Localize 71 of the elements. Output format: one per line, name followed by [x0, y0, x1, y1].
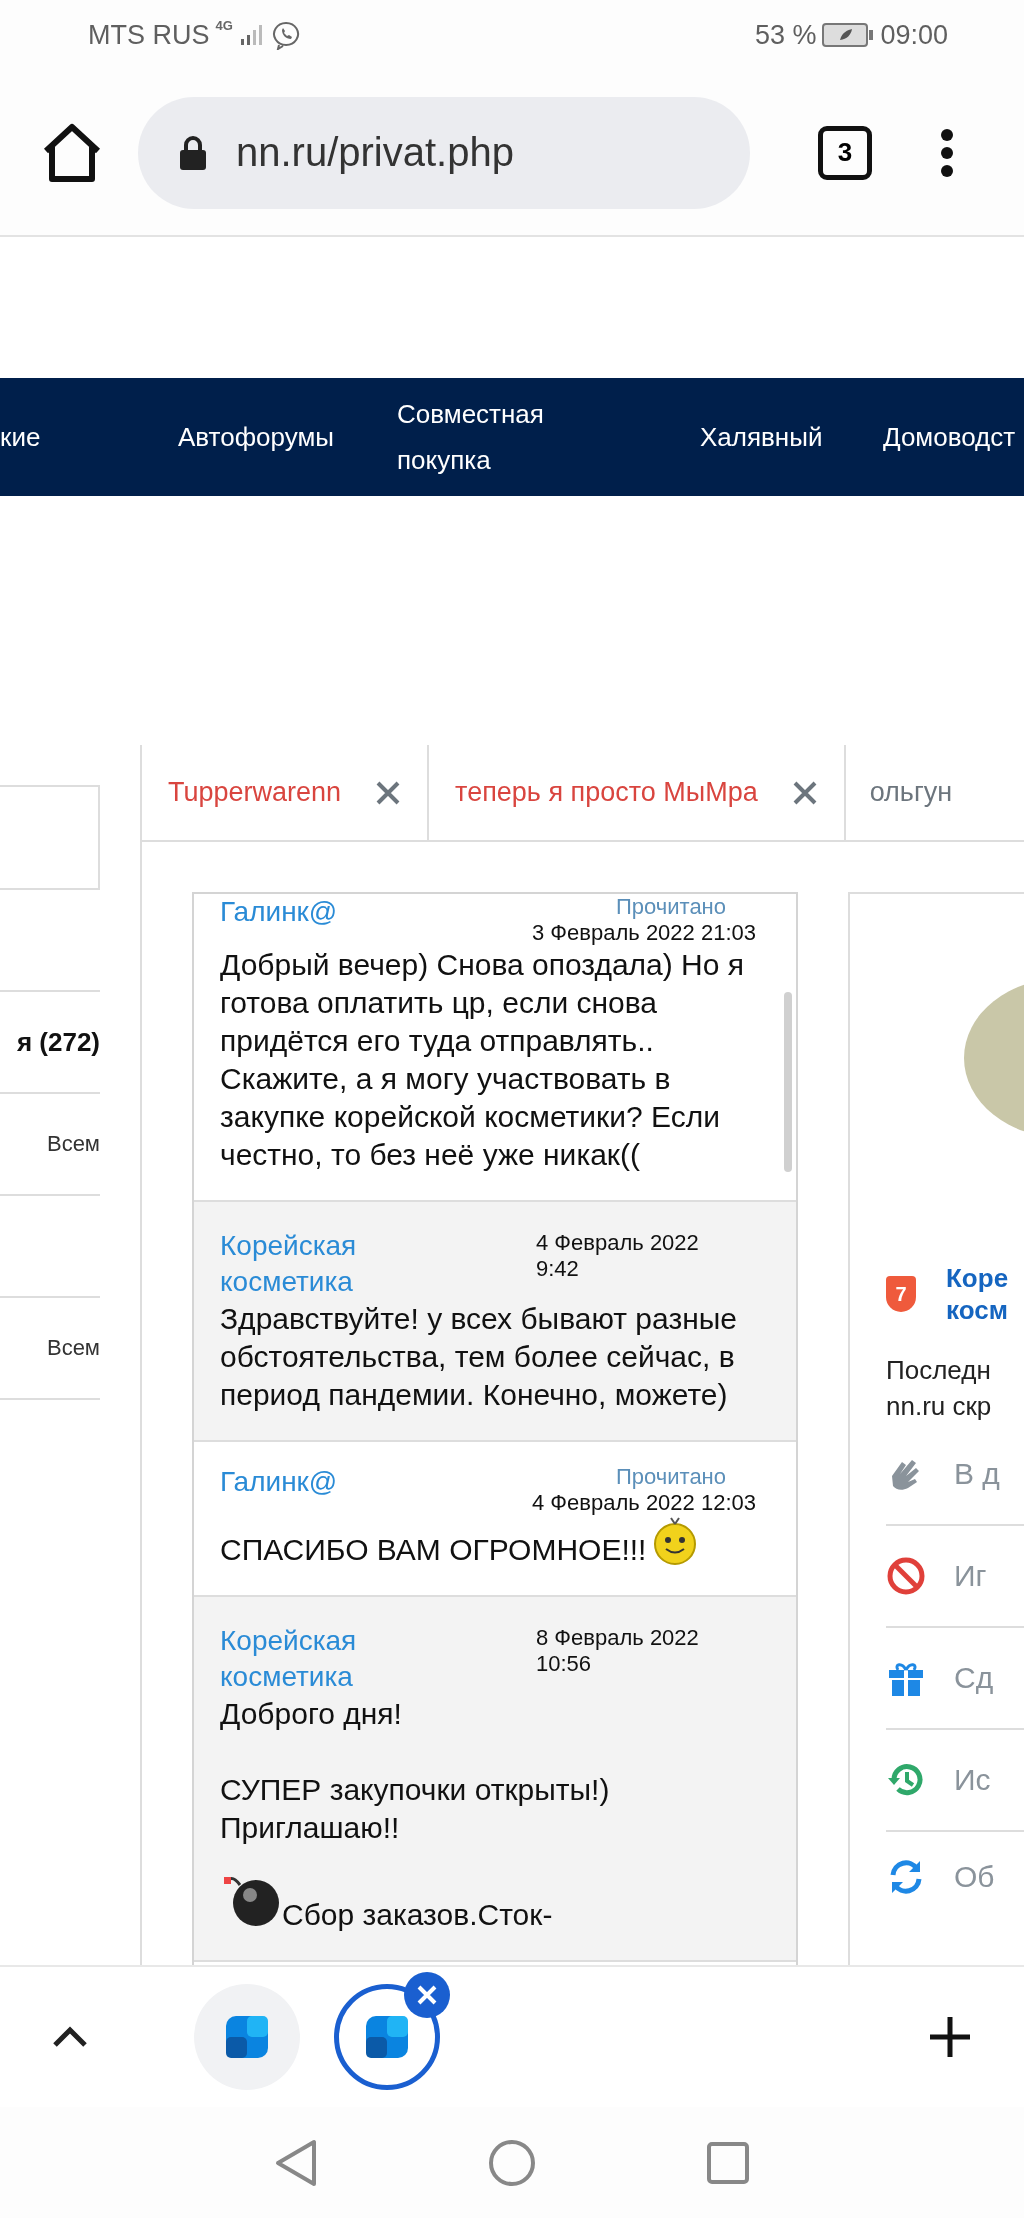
home-circle-icon[interactable]: [488, 2138, 536, 2187]
action-label: Сд: [954, 1661, 994, 1695]
recipient-filter-link[interactable]: Всем: [46, 1131, 100, 1157]
app-logo-icon: [366, 2016, 408, 2058]
smiley-icon: [652, 1516, 699, 1566]
profile-note-text: nn.ru скр: [886, 1390, 993, 1423]
signal-icon: [238, 23, 265, 47]
message-author-link[interactable]: Корейская косметика: [220, 1228, 420, 1300]
nav-link[interactable]: кие: [0, 414, 178, 460]
lock-icon: [178, 134, 208, 171]
nav-link[interactable]: Совместная покупка: [397, 391, 577, 483]
network-type-text: 4G: [215, 18, 233, 33]
profile-action[interactable]: В д: [886, 1424, 1024, 1526]
profile-name-link[interactable]: Коре: [946, 1262, 1009, 1294]
plus-icon[interactable]: [928, 2015, 972, 2059]
profile-action[interactable]: Сд: [886, 1628, 1024, 1730]
profile-action[interactable]: Об: [886, 1832, 1024, 1922]
action-label: Ис: [954, 1763, 991, 1797]
message-text: Здравствуйте! у всех бывают разные обстоятельства, тем более сейчас, в период пандемии. Конечно, можете): [220, 1302, 737, 1411]
message-date: 3 Февраль 2022 21:03: [532, 920, 756, 946]
conversation-tab[interactable]: Tupperwarenn: [142, 745, 430, 840]
app-logo-icon: [226, 2016, 268, 2058]
battery-icon: [822, 22, 875, 48]
message-author-link[interactable]: Галинк@: [220, 894, 338, 946]
scrollbar[interactable]: [784, 992, 792, 1172]
message-date: 8 Февраль 2022 10:56: [536, 1625, 700, 1677]
battery-percent-text: 53 %: [754, 19, 817, 51]
profile-action[interactable]: Иг: [886, 1526, 1024, 1628]
tab-title: теперь я просто МыМра: [455, 777, 758, 808]
profile-action[interactable]: Ис: [886, 1730, 1024, 1832]
nav-link[interactable]: Халявный: [700, 414, 883, 460]
folder-heading: я (272): [16, 1026, 100, 1058]
nav-link[interactable]: Автофорумы: [178, 414, 397, 460]
tab-count-button[interactable]: 3: [818, 125, 872, 180]
recent-apps-icon[interactable]: [706, 2140, 750, 2185]
rating-badge: 7: [886, 1276, 916, 1312]
conversation-tab[interactable]: теперь я просто МыМра: [429, 745, 846, 840]
recipient-filter-link[interactable]: Всем: [46, 1335, 100, 1361]
tab-title: ольгун: [869, 777, 953, 808]
message-text: Приглашаю!!: [220, 1811, 400, 1844]
message-text: СУПЕР закупочки открыты!): [220, 1773, 610, 1806]
action-label: Иг: [954, 1559, 987, 1593]
address-bar[interactable]: nn.ru/privat.php: [138, 96, 750, 209]
message-date: 4 Февраль 2022 12:03: [532, 1490, 756, 1516]
read-status-text: Прочитано: [616, 894, 726, 920]
chevron-up-icon[interactable]: [52, 2026, 88, 2048]
profile-name-link[interactable]: косм: [946, 1294, 1009, 1326]
menu-icon[interactable]: [940, 127, 954, 178]
clock-text: 09:00: [880, 19, 948, 51]
carrier-text: MTS RUS: [88, 19, 210, 51]
read-status-text: Прочитано: [616, 1464, 726, 1490]
close-icon[interactable]: [375, 779, 402, 806]
conversation-tab[interactable]: ольгун: [845, 745, 979, 840]
message-text: Сбор заказов.Сток-: [282, 1898, 553, 1931]
action-label: Об: [954, 1860, 995, 1894]
message-author-link[interactable]: Корейская косметика: [220, 1623, 420, 1695]
phone-bubble-icon: [270, 20, 301, 50]
message-date: 4 Февраль 2022 9:42: [536, 1230, 700, 1282]
action-label: В д: [954, 1457, 1000, 1491]
message-text: СПАСИБО ВАМ ОГРОМНОЕ!!!: [220, 1533, 647, 1566]
close-icon[interactable]: [404, 1972, 450, 2018]
nav-link[interactable]: Домоводст: [883, 414, 1024, 460]
message-text: Доброго дня!: [220, 1697, 402, 1730]
url-text: nn.ru/privat.php: [236, 130, 514, 175]
back-icon[interactable]: [274, 2137, 318, 2188]
prohibited-icon: [886, 1556, 926, 1596]
tab-title: Tupperwarenn: [168, 777, 342, 808]
close-icon[interactable]: [791, 779, 818, 806]
profile-note-text: Последн: [886, 1354, 992, 1387]
message-text: Добрый вечер) Снова опоздала) Но я готова оплатить цр, если снова придётся его туда отправлять.. Скажите, а я могу участвовать в закупке корейской косметики? Если честно, то без неё уже никак((: [220, 948, 745, 1171]
message-author-link[interactable]: Галинк@: [220, 1464, 338, 1516]
